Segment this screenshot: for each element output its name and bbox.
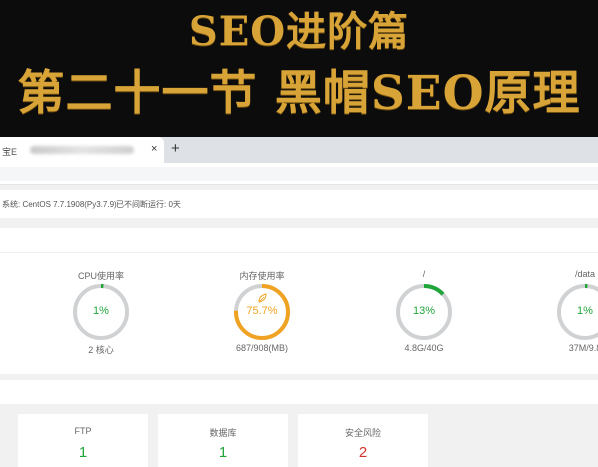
card-label: 数据库 [209, 428, 237, 438]
system-info-bar: 系统: CentOS 7.7.1908(Py3.7.9) 已不间断运行: 0天 [0, 190, 598, 218]
gauge-percent: 1% [577, 305, 593, 317]
gauge-title: / [422, 269, 426, 279]
tab-title: 宝E [2, 147, 18, 157]
gauge-title: CPU使用率 [77, 271, 124, 281]
card-label: FTP [74, 426, 92, 436]
tab-close-icon[interactable]: × [151, 143, 157, 155]
address-bar[interactable] [0, 167, 598, 181]
gauge-title: /data [574, 269, 596, 279]
card-value[interactable]: 1 [158, 444, 288, 461]
card-security-risk[interactable]: 安全风险 2 [298, 414, 428, 467]
status-panel: CPU使用率 1% 2 核心 内存使用率 75.7% 687/908(MB) /… [0, 228, 598, 374]
browser-tab[interactable]: 宝E × [0, 137, 164, 163]
gauge-disk-data[interactable]: /data 1% 37M/9.8 [520, 228, 598, 374]
screen: SEO进阶篇 第二十一节 黑帽SEO原理 宝E × + 系统: CentOS 7… [0, 0, 598, 467]
overview-section: FTP 1 数据库 1 安全风险 2 [0, 380, 598, 467]
gauge-cpu[interactable]: CPU使用率 1% 2 核心 [36, 228, 166, 374]
browser-toolbar [0, 163, 598, 185]
blurred-tab-text [30, 146, 134, 154]
card-value[interactable]: 2 [298, 444, 428, 461]
browser-tab-bar: 宝E × + [0, 137, 598, 163]
gauge-detail: 2 核心 [88, 345, 114, 355]
gauge-title: 内存使用率 [239, 271, 285, 281]
uptime-text: 已不间断运行: 0天 [116, 200, 181, 209]
banner-subtitle: 第二十一节 黑帽SEO原理 [17, 66, 581, 121]
gauge-detail: 4.8G/40G [404, 343, 444, 353]
card-label: 安全风险 [344, 428, 381, 438]
gauge-detail: 37M/9.8 [568, 343, 598, 353]
system-version: 系统: CentOS 7.7.1908(Py3.7.9) [2, 200, 117, 209]
card-value[interactable]: 1 [18, 444, 148, 461]
gauge-percent: 1% [93, 305, 109, 317]
new-tab-icon[interactable]: + [171, 141, 180, 157]
gauge-memory[interactable]: 内存使用率 75.7% 687/908(MB) [197, 228, 327, 374]
section-header [0, 380, 598, 404]
card-ftp[interactable]: FTP 1 [18, 414, 148, 467]
banner-title: SEO进阶篇 [188, 8, 410, 55]
gauge-percent: 75.7% [246, 305, 278, 317]
title-banner: SEO进阶篇 第二十一节 黑帽SEO原理 [0, 0, 598, 137]
card-database[interactable]: 数据库 1 [158, 414, 288, 467]
gauge-disk-root[interactable]: / 13% 4.8G/40G [359, 228, 489, 374]
gauge-percent: 13% [412, 305, 436, 317]
leaf-icon [258, 293, 267, 303]
gauge-detail: 687/908(MB) [235, 343, 289, 353]
